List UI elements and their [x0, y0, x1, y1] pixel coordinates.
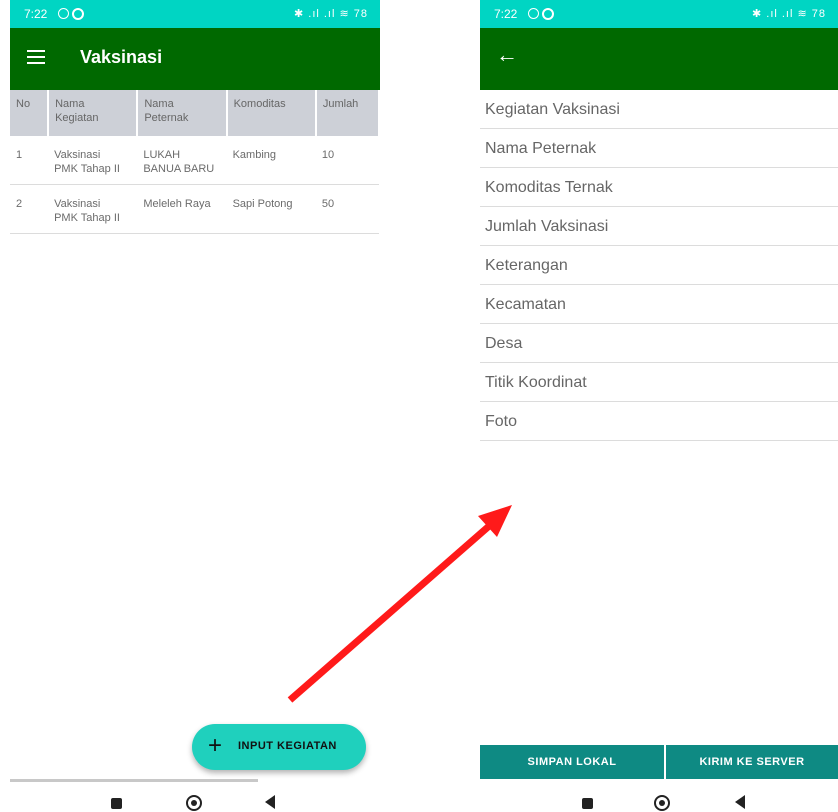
red-arrow: [287, 505, 512, 703]
arrow-shaft: [287, 517, 499, 703]
